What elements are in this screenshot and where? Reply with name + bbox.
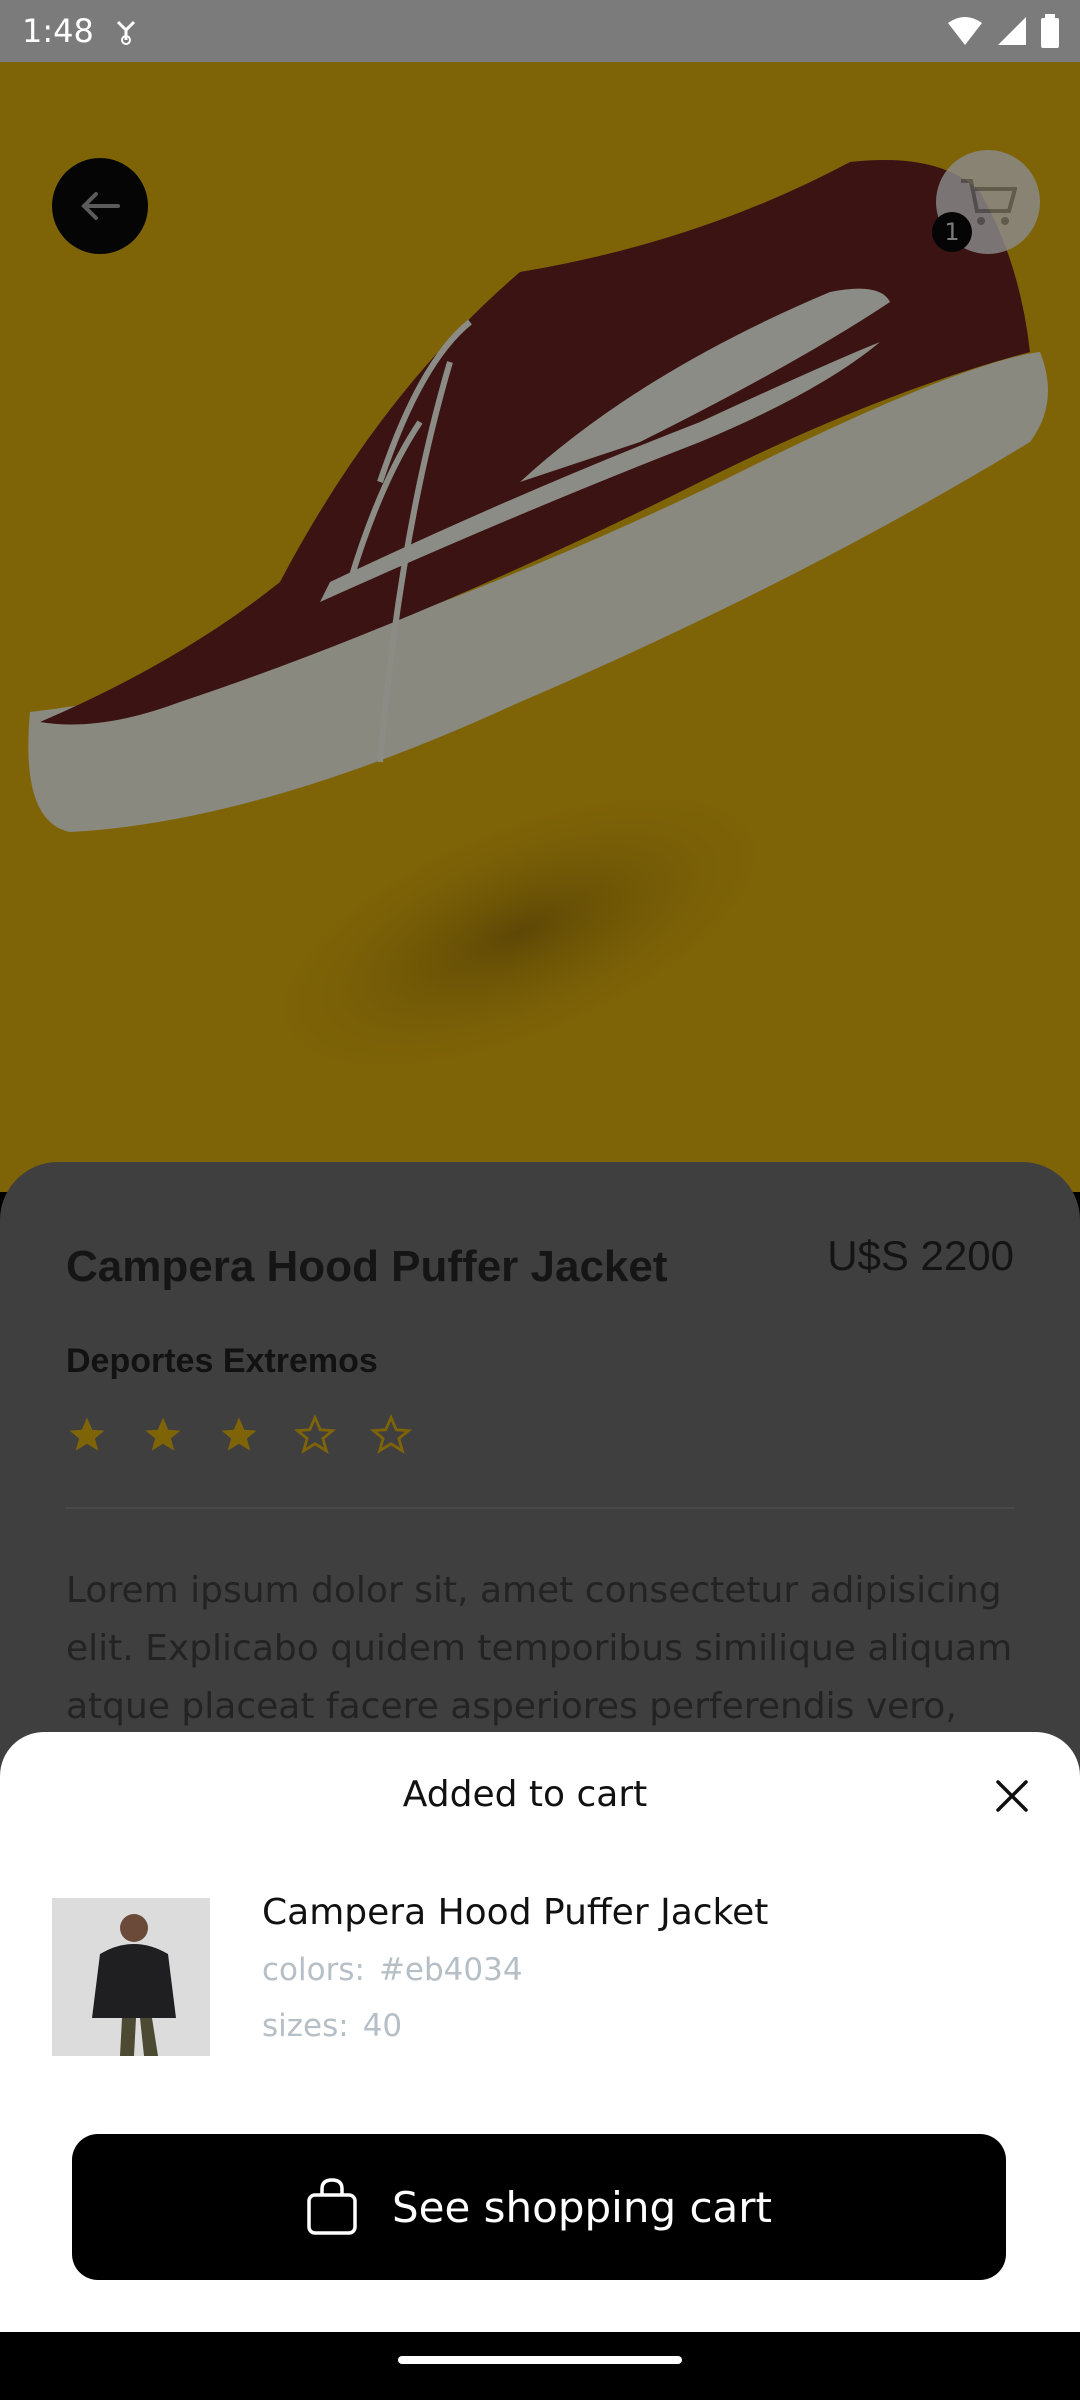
- see-shopping-cart-button[interactable]: See shopping cart: [72, 2134, 1006, 2280]
- sneaker-image: [28, 160, 1049, 1102]
- sizes-label: sizes:: [262, 2008, 349, 2044]
- sheet-title: Added to cart: [402, 1774, 648, 1815]
- product-description: Lorem ipsum dolor sit, amet consectetur …: [66, 1570, 1013, 1727]
- cart-item-sizes: sizes: 40: [262, 2008, 402, 2044]
- close-button[interactable]: [988, 1772, 1036, 1820]
- product-title: Campera Hood Puffer Jacket: [66, 1242, 668, 1291]
- product-price: U$S 2200: [827, 1232, 1014, 1279]
- see-shopping-cart-label: See shopping cart: [391, 2182, 773, 2232]
- battery-icon: [1040, 14, 1060, 52]
- star-filled-icon: [69, 1417, 105, 1451]
- notification-icon: [112, 16, 140, 46]
- status-time: 1:48: [22, 12, 94, 50]
- star-empty-icon: [370, 1414, 412, 1454]
- arrow-left-icon: [81, 192, 120, 220]
- cart-item-name: Campera Hood Puffer Jacket: [262, 1892, 769, 1933]
- navigation-bar: [0, 2332, 1080, 2400]
- divider: [66, 1507, 1014, 1509]
- colors-label: colors:: [262, 1952, 365, 1988]
- status-bar: 1:48: [0, 0, 1080, 62]
- star-filled-icon: [221, 1417, 257, 1451]
- star-filled-icon: [145, 1417, 181, 1451]
- shopping-bag-icon: [307, 2178, 357, 2235]
- status-icons: [946, 14, 1060, 52]
- colors-value: #eb4034: [378, 1952, 523, 1988]
- home-indicator[interactable]: [398, 2356, 682, 2364]
- wifi-icon: [946, 15, 984, 51]
- star-empty-icon: [294, 1414, 336, 1454]
- product-thumbnail: [52, 1898, 210, 2056]
- jacket-image: [52, 1898, 210, 2056]
- rating-stars: [66, 1414, 412, 1456]
- cart-count-badge: 1: [932, 212, 972, 252]
- sizes-value: 40: [362, 2008, 403, 2044]
- back-button[interactable]: [52, 158, 148, 254]
- product-brand: Deportes Extremos: [66, 1342, 378, 1380]
- cart-item-colors: colors: #eb4034: [262, 1952, 523, 1988]
- signal-icon: [996, 15, 1028, 51]
- product-hero-image: [0, 62, 1080, 1192]
- close-icon: [996, 1780, 1028, 1812]
